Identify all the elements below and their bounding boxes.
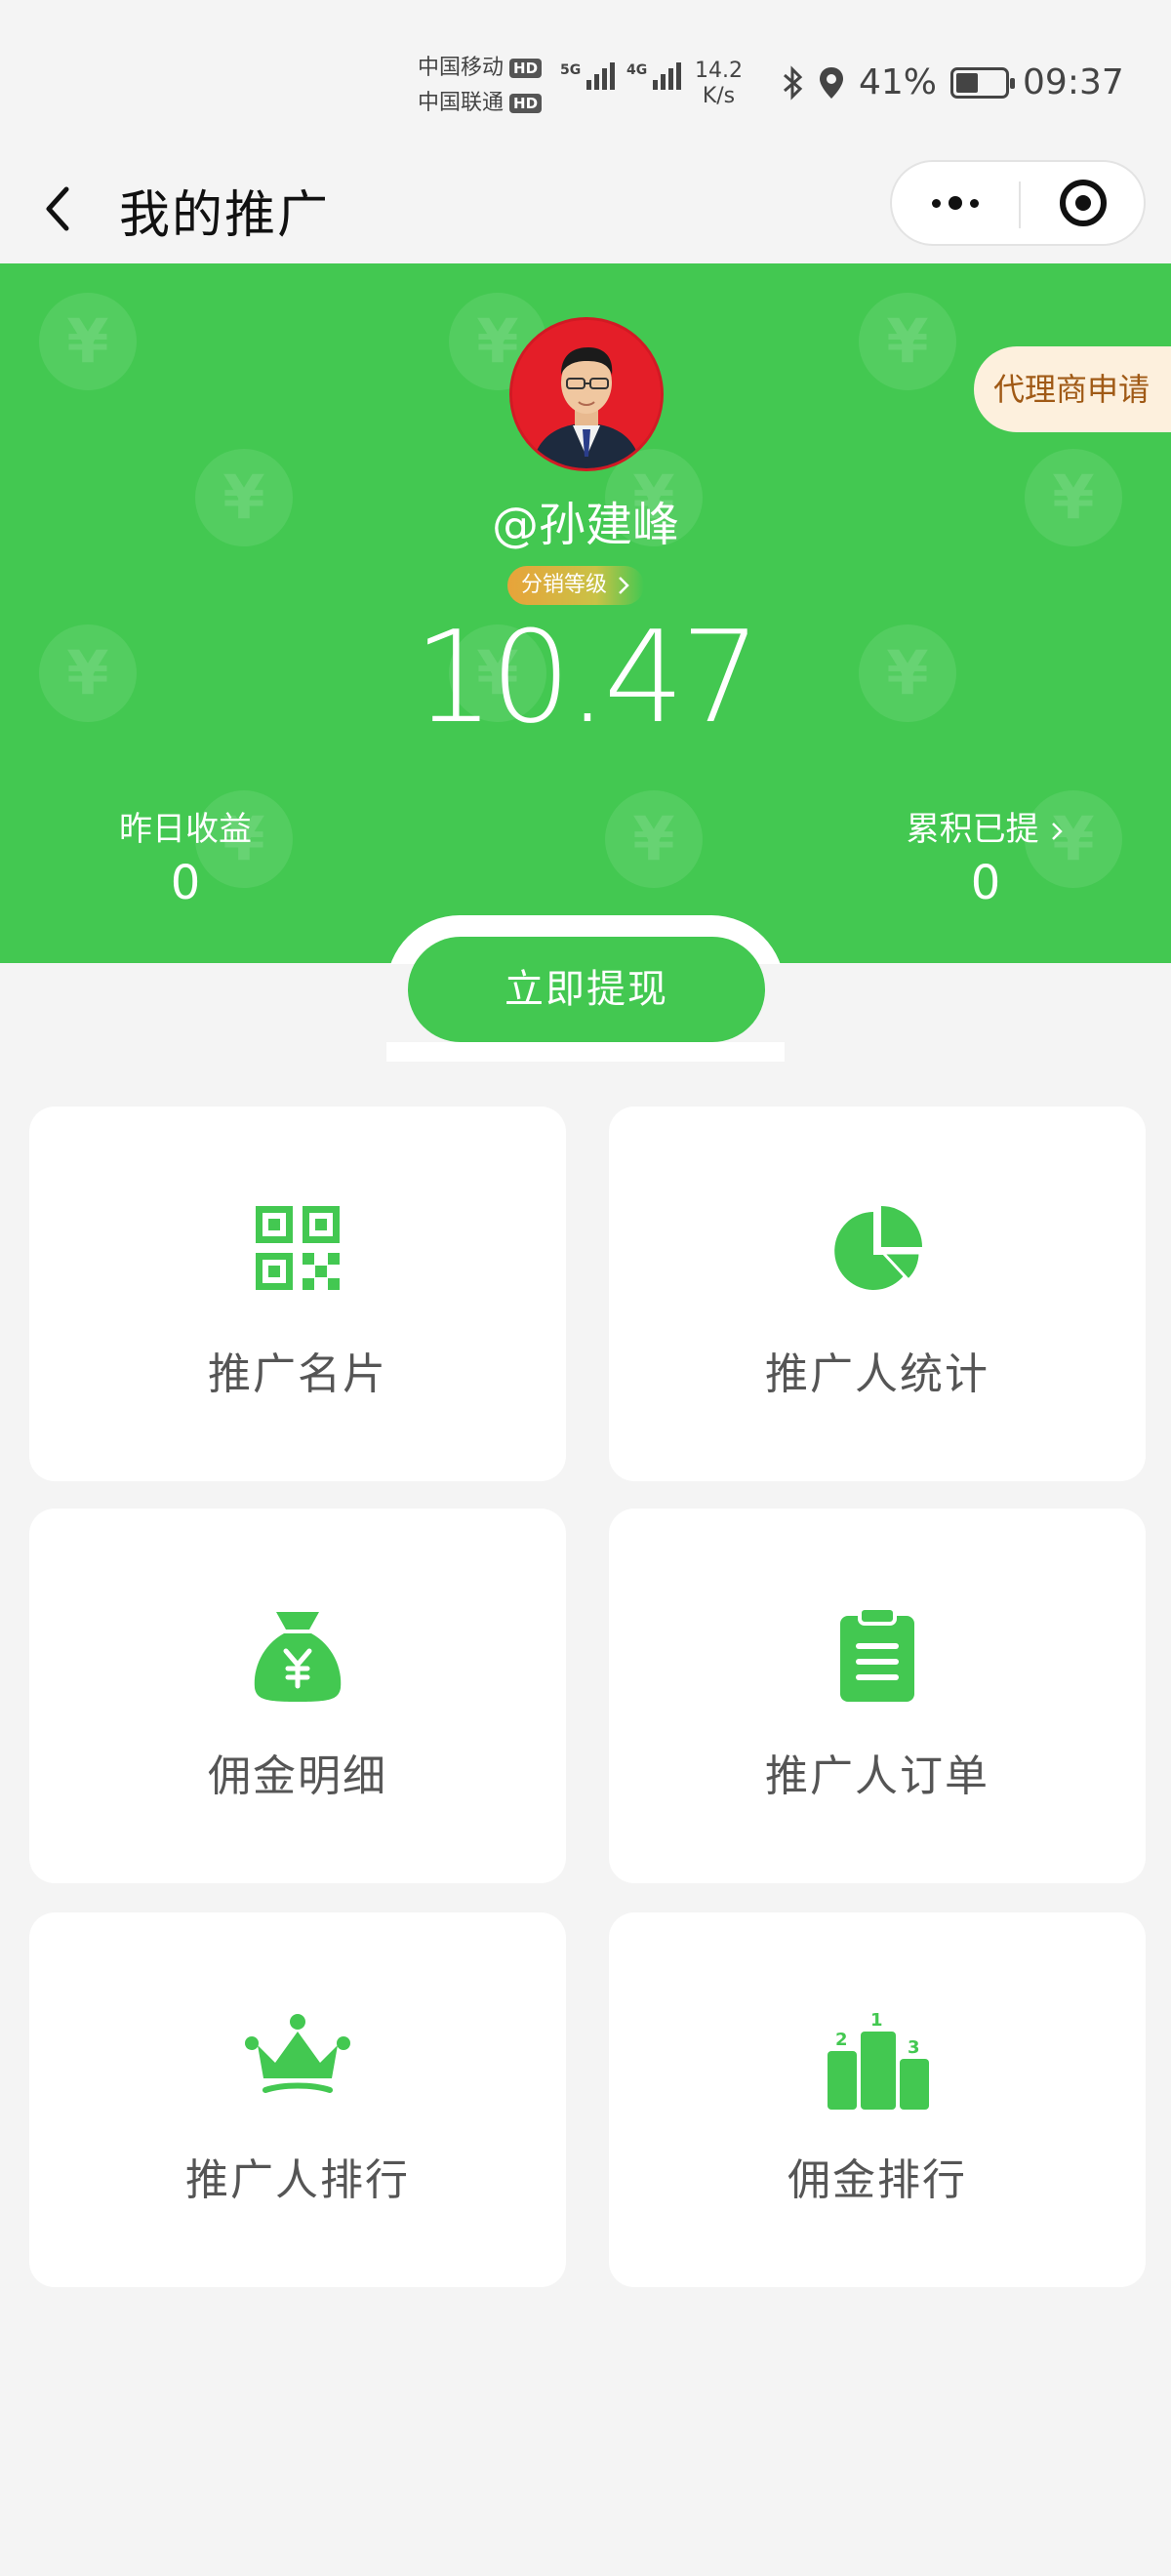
balance-amount: 10.47 bbox=[413, 603, 761, 751]
avatar[interactable] bbox=[509, 317, 664, 471]
menu-label: 推广人统计 bbox=[765, 1349, 989, 1399]
clock-time: 09:37 bbox=[1023, 62, 1124, 102]
menu-card-commission-details[interactable]: 佣金明细 bbox=[29, 1509, 566, 1883]
yesterday-earnings-value: 0 bbox=[170, 856, 201, 910]
signal-4g-icon: 4G bbox=[626, 62, 682, 90]
status-right: 41% 09:37 bbox=[781, 62, 1124, 102]
status-bar: 中国移动 HD 中国联通 HD 5G 4G 14.2 K/s 41% 09:37 bbox=[0, 0, 1171, 156]
money-bag-icon bbox=[254, 1612, 342, 1702]
more-dots-icon bbox=[949, 196, 962, 210]
coin-pattern-icon: ¥ bbox=[859, 293, 956, 390]
coin-pattern-icon: ¥ bbox=[605, 790, 703, 888]
menu-label: 推广人订单 bbox=[765, 1751, 989, 1801]
signal-5g-icon: 5G bbox=[560, 62, 616, 90]
carrier-info: 中国移动 HD 中国联通 HD bbox=[418, 51, 543, 121]
more-button[interactable] bbox=[892, 162, 1019, 244]
chevron-left-icon[interactable] bbox=[35, 180, 84, 238]
network-speed: 14.2 K/s bbox=[695, 59, 743, 109]
location-icon bbox=[820, 66, 843, 99]
svg-text:1: 1 bbox=[870, 2010, 883, 2031]
page-title: 我的推广 bbox=[119, 186, 331, 245]
mini-program-capsule bbox=[890, 160, 1146, 246]
speed-unit: K/s bbox=[702, 84, 736, 108]
total-withdrawn[interactable]: 累积已提 0 bbox=[878, 810, 1093, 917]
promotion-header: ¥ ¥ ¥ ¥ ¥ ¥ ¥ ¥ ¥ ¥ ¥ ¥ 代理商申请 @孙建峰 分销等级 … bbox=[0, 263, 1171, 963]
level-badge-label: 分销等级 bbox=[521, 573, 608, 597]
speed-value: 14.2 bbox=[695, 59, 743, 83]
battery-percent: 41% bbox=[859, 62, 938, 102]
battery-icon bbox=[950, 66, 1016, 99]
distribution-level-badge[interactable]: 分销等级 bbox=[507, 566, 645, 605]
withdraw-now-button[interactable]: 立即提现 bbox=[408, 937, 765, 1042]
nav-bar: 我的推广 bbox=[0, 156, 1171, 263]
close-button[interactable] bbox=[1021, 162, 1146, 244]
qrcode-icon bbox=[256, 1206, 340, 1290]
net-type-4g: 4G bbox=[626, 62, 648, 78]
bluetooth-icon bbox=[784, 64, 803, 101]
carrier-2: 中国联通 bbox=[418, 91, 505, 115]
more-dots-icon bbox=[932, 198, 941, 208]
chevron-right-icon bbox=[1052, 822, 1064, 840]
yesterday-earnings-label: 昨日收益 bbox=[119, 810, 252, 849]
menu-card-promo-card[interactable]: 推广名片 bbox=[29, 1107, 566, 1481]
more-dots-icon bbox=[970, 198, 979, 208]
avatar-portrait bbox=[512, 320, 661, 468]
hd-badge: HD bbox=[509, 94, 543, 113]
menu-label: 佣金排行 bbox=[787, 2155, 967, 2205]
total-withdrawn-text: 累积已提 bbox=[906, 810, 1039, 849]
target-circle-icon bbox=[1060, 180, 1107, 226]
pie-chart-icon bbox=[834, 1206, 922, 1290]
menu-card-promoter-stats[interactable]: 推广人统计 bbox=[609, 1107, 1146, 1481]
net-type-5g: 5G bbox=[560, 62, 582, 78]
svg-text:2: 2 bbox=[835, 2030, 848, 2050]
chevron-right-icon bbox=[619, 577, 629, 594]
total-withdrawn-value: 0 bbox=[970, 856, 1001, 910]
yesterday-earnings: 昨日收益 0 bbox=[98, 810, 273, 917]
menu-label: 推广名片 bbox=[208, 1349, 387, 1399]
clipboard-icon bbox=[840, 1606, 914, 1702]
svg-text:3: 3 bbox=[908, 2037, 920, 2058]
menu-card-promoter-orders[interactable]: 推广人订单 bbox=[609, 1509, 1146, 1883]
coin-pattern-icon: ¥ bbox=[39, 293, 137, 390]
carrier-1: 中国移动 bbox=[418, 56, 505, 80]
crown-icon bbox=[245, 2014, 350, 2093]
menu-label: 佣金明细 bbox=[208, 1751, 387, 1801]
username: @孙建峰 bbox=[491, 498, 679, 552]
menu-card-promoter-ranking[interactable]: 推广人排行 bbox=[29, 1912, 566, 2287]
hd-badge: HD bbox=[509, 59, 543, 78]
agent-apply-button[interactable]: 代理商申请 bbox=[974, 346, 1171, 432]
podium-icon: 1 2 3 bbox=[828, 2010, 929, 2110]
total-withdrawn-label: 累积已提 bbox=[878, 810, 1093, 849]
menu-label: 推广人排行 bbox=[185, 2155, 410, 2205]
menu-card-commission-ranking[interactable]: 1 2 3 佣金排行 bbox=[609, 1912, 1146, 2287]
